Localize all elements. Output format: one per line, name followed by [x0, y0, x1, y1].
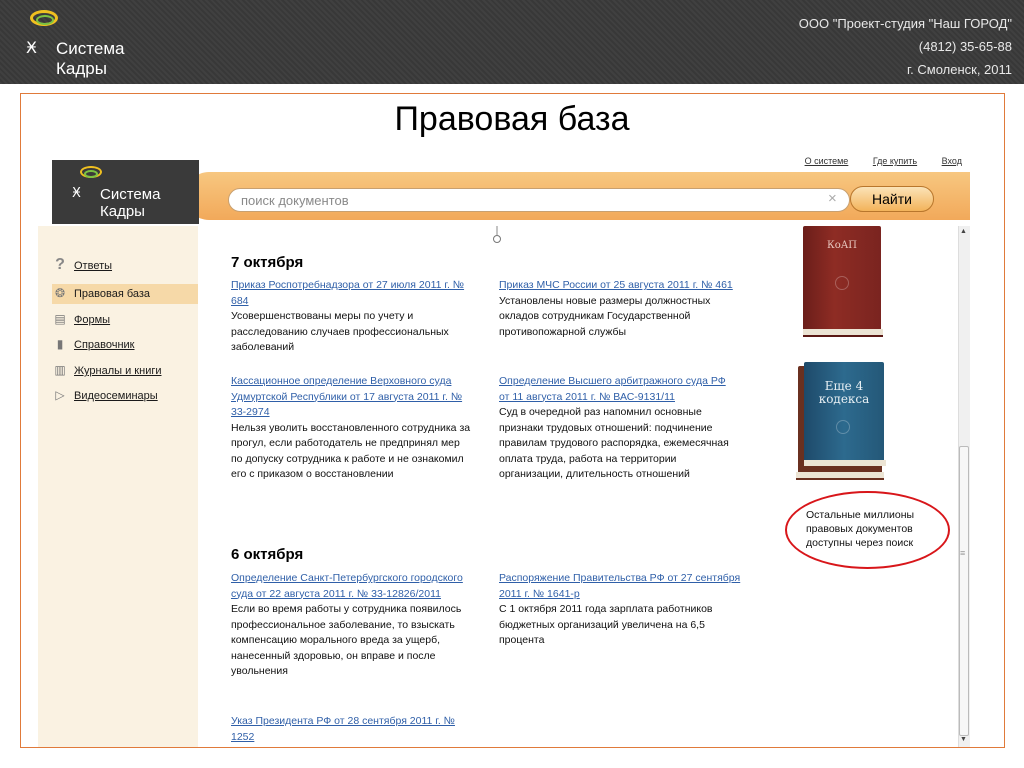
emblem-icon: ❂: [54, 286, 66, 300]
app-logo[interactable]: Ӿ Система Кадры: [52, 160, 199, 224]
link-about[interactable]: О системе: [805, 156, 849, 166]
logo-line-1: Система: [56, 39, 125, 58]
document-link[interactable]: Кассационное определение Верховного суда…: [231, 374, 471, 421]
document-link[interactable]: Приказ МЧС России от 25 августа 2011 г. …: [499, 278, 749, 294]
document-link[interactable]: Распоряжение Правительства РФ от 27 сент…: [499, 571, 741, 602]
company-name: ООО "Проект-студия "Наш ГОРОД": [798, 16, 1012, 31]
app-logo-line-1: Система: [100, 186, 161, 203]
promo-text: Остальные миллионы правовых документов д…: [806, 509, 915, 549]
emblem-icon: [835, 276, 849, 290]
person-icon: Ӿ: [72, 186, 81, 201]
sidebar-item-reference[interactable]: ▮ Справочник: [53, 337, 135, 355]
koap-label: КоАП: [826, 240, 858, 251]
news-item: Приказ Роспотребнадзора от 27 июля 2011 …: [231, 278, 481, 356]
book-icon: ▮: [56, 337, 64, 351]
search-input[interactable]: [228, 188, 850, 212]
scrollbar-thumb[interactable]: [959, 446, 969, 736]
more-codes-line-2: кодекса: [818, 392, 870, 406]
news-item: Распоряжение Правительства РФ от 27 сент…: [499, 571, 741, 649]
top-banner: Ӿ Система Кадры ООО "Проект-студия "Наш …: [0, 0, 1024, 84]
pin-icon: [493, 226, 501, 243]
speech-bubble-inner-icon: [84, 170, 98, 178]
link-login[interactable]: Вход: [942, 156, 962, 166]
news-content: 7 октября Приказ Роспотребнадзора от 27 …: [198, 226, 958, 747]
slide-title: Правовая база: [394, 100, 630, 138]
form-icon: ▤: [54, 312, 66, 326]
link-where-to-buy[interactable]: Где купить: [873, 156, 917, 166]
document-description: Суд в очередной раз напомнил основные пр…: [499, 406, 729, 480]
sidebar-item-journals[interactable]: ▥ Журналы и книги: [53, 363, 162, 381]
find-button[interactable]: Найти: [850, 186, 934, 212]
document-description: Установлены новые размеры должностных ок…: [499, 294, 711, 338]
company-info: ООО "Проект-студия "Наш ГОРОД" (4812) 35…: [799, 12, 1012, 81]
sidebar-item-label: Журналы и книги: [74, 365, 162, 377]
scroll-grip-icon: ≡: [960, 548, 966, 558]
sidebar-item-video-seminars[interactable]: ▷ Видеосеминары: [53, 388, 158, 406]
book-pages: [796, 472, 884, 480]
books-icon: ▥: [54, 363, 66, 377]
date-heading: 7 октября: [231, 254, 304, 271]
book-pages: [804, 460, 886, 466]
news-item: Приказ МЧС России от 25 августа 2011 г. …: [499, 278, 749, 340]
more-codes-book[interactable]: Еще 4 кодекса: [804, 362, 884, 462]
company-phone: (4812) 35-65-88: [918, 39, 1012, 54]
scroll-up-icon[interactable]: ▲: [960, 228, 967, 235]
sidebar-item-legal-base[interactable]: ❂ Правовая база: [53, 286, 150, 304]
news-item: Указ Президента РФ от 28 сентября 2011 г…: [231, 714, 476, 745]
emblem-icon: [836, 420, 850, 434]
speech-bubble-inner-icon: [36, 15, 54, 25]
news-item: Кассационное определение Верховного суда…: [231, 374, 471, 483]
document-description: С 1 октября 2011 года зарплата работнико…: [499, 603, 713, 646]
document-link[interactable]: Указ Президента РФ от 28 сентября 2011 г…: [231, 714, 476, 745]
news-item: Определение Высшего арбитражного суда РФ…: [499, 374, 739, 483]
app-logo-line-2: Кадры: [100, 203, 145, 220]
news-item: Определение Санкт-Петербургского городск…: [231, 571, 476, 680]
scroll-down-icon[interactable]: ▼: [960, 736, 967, 743]
app-screenshot: Ӿ Система Кадры О системе Где купить Вхо…: [38, 152, 970, 747]
koap-book[interactable]: КоАП: [803, 226, 881, 336]
sidebar-item-label: Формы: [74, 314, 111, 326]
sidebar-item-forms[interactable]: ▤ Формы: [53, 312, 110, 330]
logo-line-2: Кадры: [56, 59, 107, 78]
clear-search-icon[interactable]: ×: [828, 190, 837, 207]
document-description: Если во время работы у сотрудника появил…: [231, 603, 462, 677]
video-icon: ▷: [55, 388, 65, 402]
company-city: г. Смоленск, 2011: [906, 62, 1012, 77]
date-heading: 6 октября: [231, 546, 304, 563]
top-links: О системе Где купить Вход: [783, 156, 962, 166]
question-icon: ?: [55, 256, 65, 273]
more-codes-label: Еще 4 кодекса: [804, 380, 884, 406]
sidebar-item-answers[interactable]: ? Ответы: [53, 256, 112, 274]
document-description: Усовершенствованы меры по учету и рассле…: [231, 310, 449, 353]
person-icon: Ӿ: [26, 38, 37, 57]
document-link[interactable]: Определение Санкт-Петербургского городск…: [231, 571, 476, 602]
document-link[interactable]: Приказ Роспотребнадзора от 27 июля 2011 …: [231, 278, 481, 309]
sidebar: [38, 226, 198, 747]
sidebar-item-label: Справочник: [74, 339, 135, 351]
sidebar-item-label: Ответы: [74, 260, 113, 272]
document-link[interactable]: Определение Высшего арбитражного суда РФ…: [499, 374, 739, 405]
document-description: Нельзя уволить восстановленного сотрудни…: [231, 421, 471, 481]
sidebar-item-label: Правовая база: [74, 288, 151, 300]
book-pages: [803, 329, 883, 337]
app-header: Ӿ Система Кадры О системе Где купить Вхо…: [38, 152, 970, 226]
sidebar-item-label: Видеосеминары: [74, 390, 158, 402]
